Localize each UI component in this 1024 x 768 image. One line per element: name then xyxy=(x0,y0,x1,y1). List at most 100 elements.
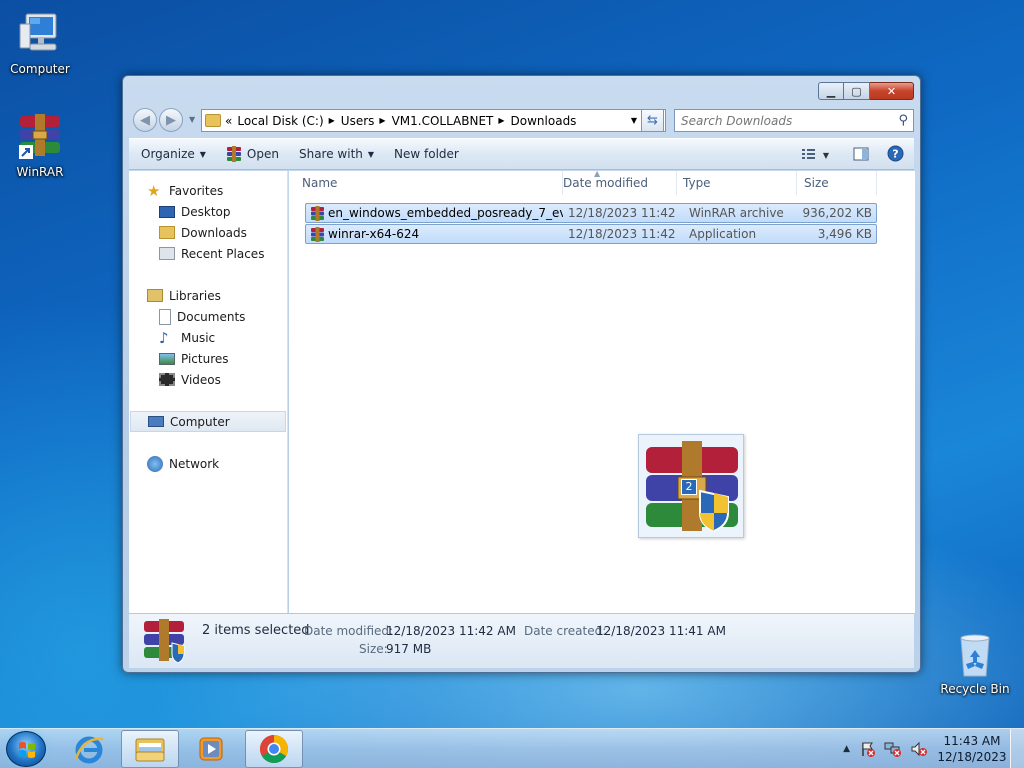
nav-recent-places[interactable]: Recent Places xyxy=(159,243,264,264)
size-value: 917 MB xyxy=(386,642,432,656)
recycle-bin-icon xyxy=(951,630,999,678)
column-header-size[interactable]: Size xyxy=(797,171,877,195)
chevron-down-icon: ▼ xyxy=(199,149,206,159)
address-bar[interactable]: « Local Disk (C:) ▶ Users ▶ VM1.COLLABNE… xyxy=(201,109,666,132)
breadcrumb-downloads[interactable]: Downloads xyxy=(511,114,577,128)
view-controls: ▼ ? xyxy=(789,145,904,165)
taskbar-chrome[interactable] xyxy=(245,730,303,768)
winrar-installer-icon xyxy=(311,227,324,242)
file-date: 12/18/2023 11:42 ... xyxy=(568,206,680,220)
star-icon: ★ xyxy=(147,181,161,200)
back-button[interactable]: ◀ xyxy=(133,108,157,132)
nav-computer[interactable]: Computer xyxy=(130,411,286,432)
desktop-icon-computer[interactable]: Computer xyxy=(0,10,80,76)
breadcrumb-overflow[interactable]: « xyxy=(225,114,232,128)
file-type: Application xyxy=(689,227,757,241)
search-icon[interactable]: ⚲ xyxy=(898,113,908,128)
details-pane: 2 items selected Date modified: 12/18/20… xyxy=(129,613,914,668)
show-hidden-icons-button[interactable]: ▲ xyxy=(843,744,850,754)
media-player-icon xyxy=(199,737,223,761)
nav-downloads[interactable]: Downloads xyxy=(159,222,247,243)
maximize-button[interactable]: ▢ xyxy=(844,82,870,100)
winrar-archive-icon xyxy=(311,206,324,221)
refresh-icon: ⇆ xyxy=(647,113,658,128)
share-with-label: Share with xyxy=(298,147,363,161)
nav-computer-label: Computer xyxy=(170,414,230,429)
winrar-icon xyxy=(144,619,185,663)
nav-videos[interactable]: Videos xyxy=(159,369,221,390)
network-icon[interactable] xyxy=(884,741,902,757)
nav-pictures[interactable]: Pictures xyxy=(159,348,229,369)
breadcrumb-separator-icon[interactable]: ▶ xyxy=(329,116,335,125)
nav-music[interactable]: ♪ Music xyxy=(159,327,215,348)
share-with-button[interactable]: Share with ▼ xyxy=(289,139,384,169)
clock[interactable]: 11:43 AM 12/18/2023 xyxy=(934,733,1010,765)
nav-downloads-label: Downloads xyxy=(181,225,247,240)
view-options-button[interactable] xyxy=(801,147,817,164)
nav-recent-places-label: Recent Places xyxy=(181,246,265,261)
new-folder-button[interactable]: New folder xyxy=(384,139,469,169)
taskbar-media-player[interactable] xyxy=(182,730,240,768)
nav-desktop[interactable]: Desktop xyxy=(159,201,231,222)
chrome-icon xyxy=(260,735,288,763)
nav-libraries-label: Libraries xyxy=(169,288,221,303)
minimize-button[interactable]: ▁ xyxy=(818,82,844,100)
search-box[interactable]: ⚲ xyxy=(674,109,914,132)
show-desktop-button[interactable] xyxy=(1010,729,1024,768)
forward-button[interactable]: ▶ xyxy=(159,108,183,132)
address-dropdown-icon[interactable]: ▼ xyxy=(631,116,637,125)
column-header-date-modified[interactable]: Date modified xyxy=(556,171,677,195)
open-label: Open xyxy=(246,147,279,161)
breadcrumb-local-disk[interactable]: Local Disk (C:) xyxy=(237,114,323,128)
file-row[interactable]: winrar-x64-624 12/18/2023 11:42 ... Appl… xyxy=(305,224,877,244)
recent-places-icon xyxy=(159,247,175,260)
nav-pictures-label: Pictures xyxy=(181,351,229,366)
command-bar: Organize ▼ Open Share with ▼ New folder xyxy=(129,138,914,170)
preview-pane-button[interactable] xyxy=(853,147,869,164)
recent-pages-dropdown[interactable]: ▼ xyxy=(189,115,195,124)
breadcrumb-separator-icon[interactable]: ▶ xyxy=(379,116,385,125)
nav-favorites-label: Favorites xyxy=(169,183,224,198)
breadcrumb-separator-icon[interactable]: ▶ xyxy=(498,116,504,125)
search-input[interactable] xyxy=(681,113,881,128)
back-arrow-icon: ◀ xyxy=(140,112,150,128)
date-created-value: 12/18/2023 11:41 AM xyxy=(596,624,726,638)
open-button[interactable]: Open xyxy=(216,139,289,169)
nav-music-label: Music xyxy=(181,330,216,345)
file-type: WinRAR archive xyxy=(689,206,784,220)
start-button[interactable] xyxy=(6,731,46,767)
action-center-flag-icon[interactable] xyxy=(860,741,876,757)
breadcrumb-users[interactable]: Users xyxy=(341,114,375,128)
organize-button[interactable]: Organize ▼ xyxy=(129,139,216,169)
volume-muted-icon[interactable] xyxy=(910,741,928,757)
explorer-window: ▁ ▢ ✕ ◀ ▶ ▼ « Local Disk (C:) ▶ Users ▶ … xyxy=(122,75,921,673)
taskbar: ▲ 11:43 AM 12/18/2023 xyxy=(0,728,1024,768)
taskbar-windows-explorer[interactable] xyxy=(121,730,179,768)
file-row[interactable]: en_windows_embedded_posready_7_eval... 1… xyxy=(305,203,877,223)
winrar-icon xyxy=(226,146,241,162)
file-size: 936,202 KB xyxy=(802,206,872,220)
nav-favorites[interactable]: ★ Favorites xyxy=(147,180,223,201)
column-header-type[interactable]: Type xyxy=(676,171,797,195)
desktop-icon-recycle-bin[interactable]: Recycle Bin xyxy=(935,630,1015,696)
desktop-icon-winrar[interactable]: WinRAR xyxy=(0,113,80,179)
close-button[interactable]: ✕ xyxy=(870,82,914,100)
file-list: ▲ Name Date modified Type Size en_window… xyxy=(289,169,915,613)
forward-arrow-icon: ▶ xyxy=(166,112,176,128)
nav-libraries[interactable]: Libraries xyxy=(147,285,221,306)
date-modified-value: 12/18/2023 11:42 AM xyxy=(386,624,516,638)
column-header-name[interactable]: Name xyxy=(295,171,563,195)
file-name: en_windows_embedded_posready_7_eval... xyxy=(328,206,563,220)
refresh-button[interactable]: ⇆ xyxy=(641,109,664,132)
chevron-down-icon[interactable]: ▼ xyxy=(823,151,829,160)
computer-icon xyxy=(16,10,64,58)
nav-network[interactable]: Network xyxy=(147,453,219,474)
breadcrumb-user-folder[interactable]: VM1.COLLABNET xyxy=(392,114,494,128)
downloads-folder-icon xyxy=(159,226,175,239)
file-size: 3,496 KB xyxy=(817,227,872,241)
taskbar-internet-explorer[interactable] xyxy=(60,730,118,768)
pictures-icon xyxy=(159,352,175,365)
help-button[interactable]: ? xyxy=(887,145,904,165)
desktop-icon xyxy=(159,205,175,218)
nav-documents[interactable]: Documents xyxy=(159,306,245,327)
